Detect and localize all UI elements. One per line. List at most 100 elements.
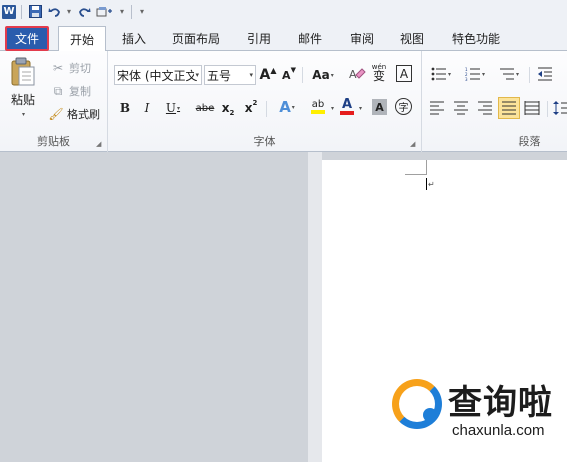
undo-icon[interactable] <box>46 4 62 20</box>
redo-icon[interactable] <box>76 4 92 20</box>
format-painter-button[interactable]: 🖌 格式刷 <box>48 106 100 122</box>
tab-insert[interactable]: 插入 <box>112 26 156 51</box>
character-border-button[interactable]: A <box>396 65 412 82</box>
paste-label: 粘贴 <box>10 93 35 107</box>
paste-dropdown-icon[interactable]: ▾ <box>22 111 25 118</box>
watermark: 查询啦 chaxunla.com <box>390 375 565 445</box>
save-icon[interactable] <box>27 4 43 20</box>
copy-label: 复制 <box>69 85 91 98</box>
tab-references[interactable]: 引用 <box>238 26 280 51</box>
clear-formatting-button[interactable]: A <box>348 65 366 83</box>
format-quick-icon[interactable] <box>95 4 115 20</box>
subscript-button[interactable]: x2 <box>219 99 237 117</box>
tab-view[interactable]: 视图 <box>391 26 433 51</box>
decrease-indent-icon <box>538 67 552 81</box>
tab-home[interactable]: 开始 <box>58 26 106 52</box>
italic-button[interactable]: I <box>138 99 156 117</box>
highlight-dropdown-icon[interactable]: ▾ <box>331 105 334 112</box>
font-size-dropdown-icon[interactable]: ▾ <box>249 71 253 79</box>
character-border-label: A <box>399 66 409 81</box>
customize-qat-icon[interactable]: ▾ <box>137 7 147 16</box>
underline-button[interactable]: U ▾ <box>160 99 186 117</box>
numbering-button[interactable]: 1 2 3 ▾ <box>462 65 488 83</box>
multilevel-list-button[interactable]: ▾ <box>496 65 522 83</box>
cut-label: 剪切 <box>69 62 91 75</box>
clear-formatting-icon: A <box>349 68 366 81</box>
underline-label: U <box>165 101 177 115</box>
tab-special-features[interactable]: 特色功能 <box>443 26 509 51</box>
font-size-value: 五号 <box>207 68 232 83</box>
strikethrough-button[interactable]: abe <box>194 99 216 117</box>
highlight-color-swatch <box>311 110 325 114</box>
quick-access-toolbar: W ▾ ▾ ▾ <box>0 0 567 23</box>
highlight-label: ab <box>311 99 325 110</box>
tab-mailings[interactable]: 邮件 <box>289 26 331 51</box>
tab-review[interactable]: 审阅 <box>341 26 383 51</box>
paragraph-mark-icon: ↵ <box>428 180 435 189</box>
align-center-button[interactable] <box>452 99 470 117</box>
shrink-font-button[interactable]: A ▼ <box>280 66 298 84</box>
phonetic-char: 变 <box>372 69 385 83</box>
font-divider <box>302 67 303 83</box>
font-name-value: 宋体 (中文正文 <box>117 68 198 83</box>
change-case-button[interactable]: Aa ▾ <box>310 66 336 84</box>
font-color-button[interactable]: A <box>338 97 356 115</box>
enclose-characters-label: 字 <box>398 103 409 114</box>
text-effects-button[interactable]: A ▾ <box>274 98 300 116</box>
paste-button[interactable]: 粘贴 ▾ <box>8 57 38 118</box>
bold-button[interactable]: B <box>116 99 134 117</box>
tab-page-layout[interactable]: 页面布局 <box>164 26 228 51</box>
word-app-icon[interactable]: W <box>2 4 16 19</box>
superscript-button[interactable]: x2 <box>242 99 260 117</box>
scissors-icon: ✂ <box>52 61 64 75</box>
ribbon: 粘贴 ▾ ✂ 剪切 ⧉ 复制 🖌 格式刷 剪贴板 ◢ 宋体 (中文正文 ▾ 五号… <box>0 51 567 152</box>
font-divider <box>266 101 267 117</box>
bullets-button[interactable]: ▾ <box>428 65 454 83</box>
strikethrough-label: abe <box>195 102 215 114</box>
paragraph-divider <box>529 67 530 83</box>
line-spacing-button[interactable] <box>552 99 567 117</box>
phonetic-guide-button[interactable]: wén 变 <box>370 63 388 83</box>
svg-text:3: 3 <box>465 77 468 81</box>
bold-label: B <box>119 101 131 115</box>
text-effects-label: A <box>279 98 291 116</box>
font-color-label: A <box>341 96 353 112</box>
watermark-logo-icon <box>392 379 442 429</box>
format-dropdown-icon[interactable]: ▾ <box>118 7 126 16</box>
font-color-dropdown-icon[interactable]: ▾ <box>359 105 362 112</box>
tab-file[interactable]: 文件 <box>5 26 49 51</box>
qat-separator <box>21 4 22 19</box>
align-left-icon <box>430 101 444 115</box>
shrink-font-label: A <box>282 68 291 82</box>
margin-marker-horizontal <box>405 174 426 175</box>
enclose-characters-button[interactable]: 字 <box>395 98 412 115</box>
paragraph-divider <box>547 101 548 117</box>
clipboard-launcher-icon[interactable]: ◢ <box>96 140 104 148</box>
text-cursor <box>426 178 427 190</box>
numbering-icon: 123 <box>465 67 480 81</box>
highlight-button[interactable]: ab <box>304 98 332 116</box>
decrease-indent-button[interactable] <box>536 65 554 83</box>
font-size-combo[interactable]: 五号 ▾ <box>204 65 256 85</box>
font-color-swatch <box>340 110 354 115</box>
cut-button[interactable]: ✂ 剪切 <box>50 60 91 76</box>
character-shading-button[interactable]: A <box>372 99 387 115</box>
font-name-dropdown-icon[interactable]: ▾ <box>194 71 199 79</box>
font-launcher-icon[interactable]: ◢ <box>410 140 418 148</box>
ribbon-tabs: 文件 开始 插入 页面布局 引用 邮件 审阅 视图 特色功能 <box>0 23 567 52</box>
watermark-title: 查询啦 <box>448 383 553 423</box>
font-name-combo[interactable]: 宋体 (中文正文 ▾ <box>114 65 202 85</box>
align-left-button[interactable] <box>428 99 446 117</box>
justify-icon <box>502 101 516 115</box>
copy-button[interactable]: ⧉ 复制 <box>50 83 91 99</box>
undo-dropdown-icon[interactable]: ▾ <box>65 7 73 16</box>
paintbrush-icon: 🖌 <box>48 107 64 121</box>
grow-font-button[interactable]: A ▲ <box>259 66 277 84</box>
font-group-label: 字体 <box>253 135 276 148</box>
align-right-button[interactable] <box>476 99 494 117</box>
change-case-label: Aa <box>312 68 330 82</box>
character-shading-label: A <box>375 100 384 114</box>
word-window: W ▾ ▾ ▾ 文件 开始 插入 页面布局 引用 邮件 审阅 视图 特色功能 粘… <box>0 0 567 462</box>
justify-button[interactable] <box>498 97 520 119</box>
distributed-button[interactable] <box>523 99 541 117</box>
